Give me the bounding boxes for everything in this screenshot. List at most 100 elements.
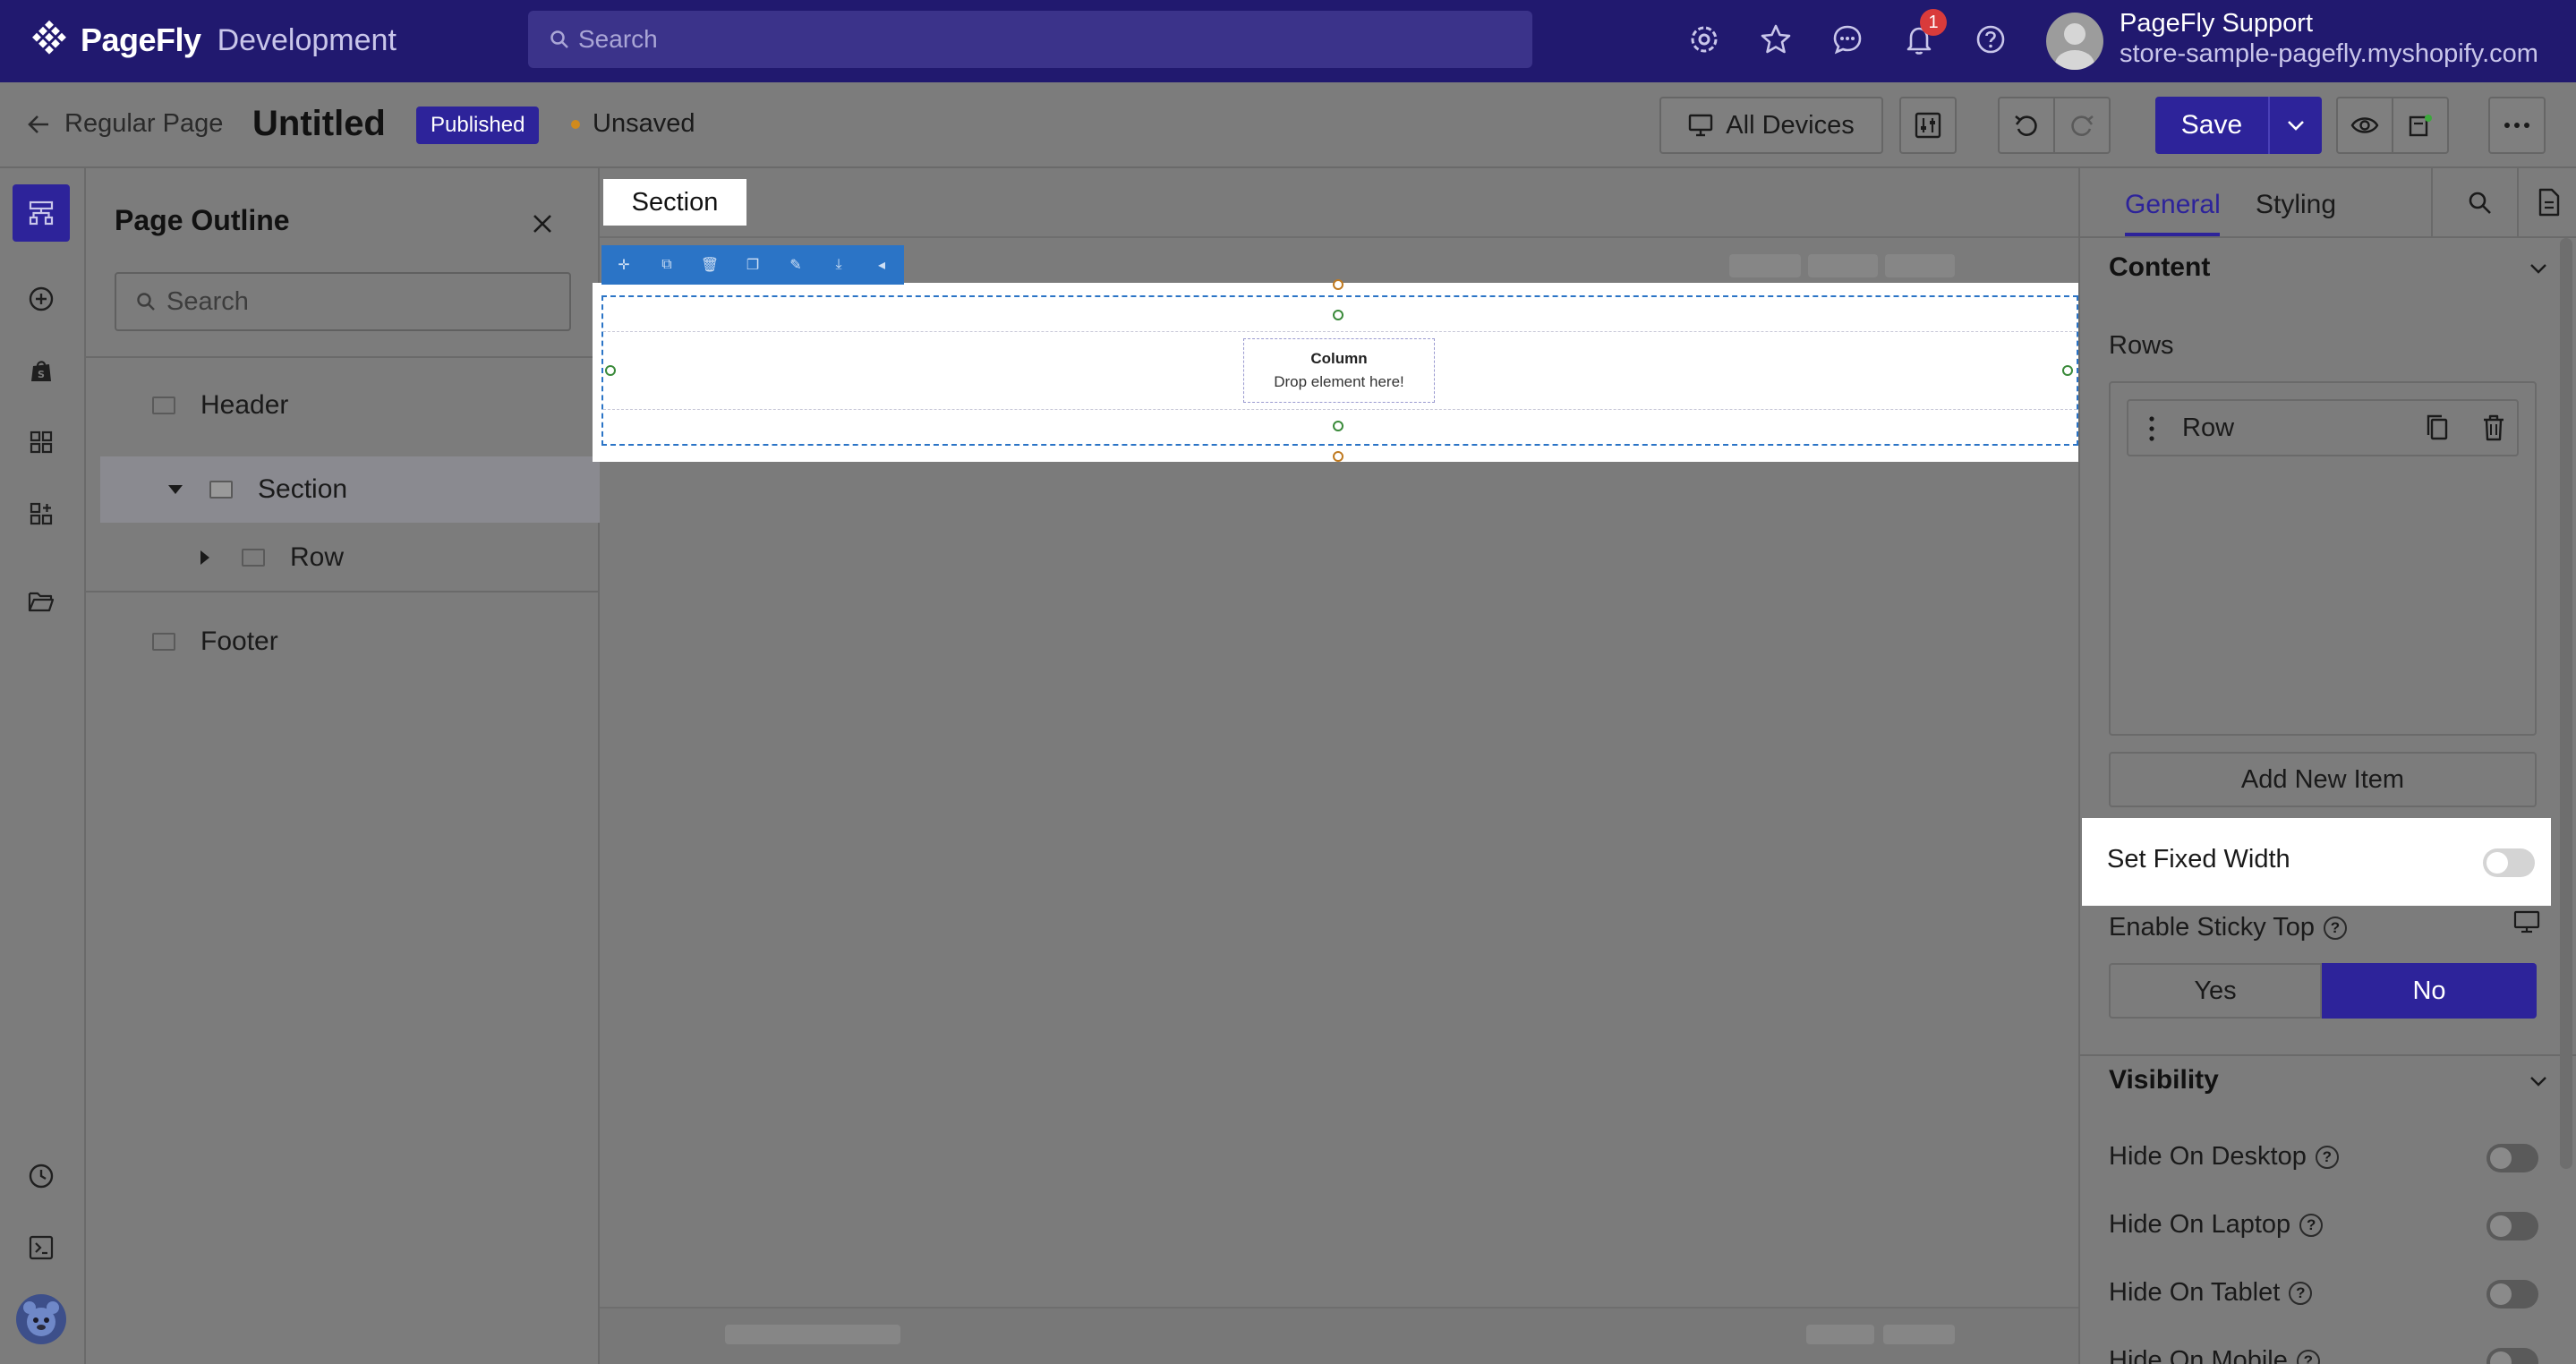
chevron-down-icon bbox=[2288, 121, 2304, 131]
move-icon[interactable]: ✛ bbox=[614, 255, 634, 275]
help-icon[interactable]: ? bbox=[2289, 1281, 2313, 1305]
outline-search-input[interactable]: Search bbox=[115, 272, 571, 331]
more-options-button[interactable] bbox=[2488, 97, 2546, 154]
content-section-header[interactable]: Content bbox=[2109, 252, 2210, 283]
undo-button[interactable] bbox=[1998, 97, 2055, 154]
back-to-page-type-link[interactable]: Regular Page bbox=[27, 109, 223, 139]
drag-handle-icon[interactable] bbox=[2148, 415, 2155, 442]
outline-item-header[interactable]: Header bbox=[86, 372, 600, 439]
user-name[interactable]: PageFly Support bbox=[2120, 9, 2313, 38]
duplicate-icon[interactable]: ⧉ bbox=[657, 255, 677, 275]
document-icon[interactable] bbox=[2537, 188, 2562, 217]
rail-page-outline[interactable] bbox=[13, 184, 70, 242]
redo-button[interactable] bbox=[2053, 97, 2111, 154]
unsaved-dot-icon bbox=[571, 119, 580, 129]
rail-sections[interactable] bbox=[13, 413, 70, 471]
rail-apps[interactable] bbox=[13, 485, 70, 542]
chevron-down-icon[interactable] bbox=[2526, 1069, 2551, 1094]
rail-add-element[interactable] bbox=[13, 270, 70, 328]
resize-handle-top[interactable] bbox=[1333, 279, 1343, 290]
collapse-left-icon[interactable]: ◂ bbox=[872, 255, 891, 275]
hide-on-desktop-row: Hide On Desktop ? bbox=[2109, 1142, 2339, 1172]
save-button[interactable]: Save bbox=[2155, 97, 2268, 154]
hide-on-mobile-toggle[interactable] bbox=[2486, 1348, 2538, 1364]
padding-handle-left[interactable] bbox=[605, 365, 616, 376]
page-outline-panel: Page Outline Search Header Section Row F… bbox=[86, 168, 600, 1364]
rail-files[interactable] bbox=[13, 573, 70, 630]
hide-on-tablet-toggle[interactable] bbox=[2486, 1280, 2538, 1309]
padding-handle-right[interactable] bbox=[2062, 365, 2073, 376]
outline-search-placeholder: Search bbox=[166, 286, 249, 316]
device-selector-button[interactable]: All Devices bbox=[1659, 97, 1883, 154]
element-toolbar: ✛ ⧉ 🗑︎ ❐ ✎ ⤓ ◂ bbox=[601, 245, 904, 285]
rail-shopify[interactable]: S bbox=[13, 342, 70, 399]
rows-list-item[interactable]: Row bbox=[2127, 399, 2519, 456]
rail-history[interactable] bbox=[13, 1147, 70, 1205]
toggle-knob bbox=[2490, 1147, 2512, 1169]
page-title[interactable]: Untitled bbox=[252, 104, 386, 144]
divider bbox=[86, 356, 600, 358]
divider bbox=[2080, 1054, 2576, 1056]
help-icon[interactable]: ? bbox=[2299, 1213, 2324, 1237]
paint-icon[interactable]: ✎ bbox=[786, 255, 806, 275]
hide-on-desktop-toggle[interactable] bbox=[2486, 1144, 2538, 1172]
tab-styling[interactable]: Styling bbox=[2256, 190, 2336, 220]
user-store-domain[interactable]: store-sample-pagefly.myshopify.com bbox=[2120, 39, 2538, 69]
copy-icon[interactable]: ❐ bbox=[743, 255, 763, 275]
properties-scrollbar[interactable] bbox=[2560, 238, 2572, 1169]
trash-icon[interactable] bbox=[2481, 413, 2506, 442]
desktop-icon[interactable] bbox=[2513, 909, 2540, 934]
search-icon bbox=[550, 30, 568, 48]
header-block-icon bbox=[152, 396, 175, 414]
resize-handle-bottom[interactable] bbox=[1333, 451, 1343, 462]
selected-element-label[interactable]: Section bbox=[603, 179, 746, 226]
outline-item-footer[interactable]: Footer bbox=[86, 609, 600, 675]
outline-item-section[interactable]: Section bbox=[100, 456, 600, 523]
help-icon[interactable]: ? bbox=[2324, 916, 2347, 940]
global-search-placeholder: Search bbox=[578, 25, 658, 53]
redo-icon bbox=[2071, 115, 2094, 136]
close-icon[interactable] bbox=[526, 208, 559, 240]
sticky-top-yes-option[interactable]: Yes bbox=[2109, 963, 2322, 1019]
hide-on-laptop-toggle[interactable] bbox=[2486, 1212, 2538, 1240]
page-settings-button[interactable] bbox=[1899, 97, 1957, 154]
user-avatar[interactable] bbox=[2046, 13, 2103, 70]
add-new-item-button[interactable]: Add New Item bbox=[2109, 752, 2537, 807]
rail-mascot[interactable] bbox=[13, 1291, 70, 1348]
save-state-label: Unsaved bbox=[593, 109, 695, 138]
global-search-input[interactable]: Search bbox=[528, 11, 1532, 68]
canvas-column[interactable]: Column Drop element here! bbox=[1243, 338, 1435, 403]
caret-down-icon[interactable] bbox=[166, 483, 184, 496]
preview-button[interactable] bbox=[2336, 97, 2393, 154]
delete-icon[interactable]: 🗑︎ bbox=[700, 255, 720, 275]
outline-item-label: Header bbox=[200, 390, 289, 420]
canvas-placeholder-block bbox=[1729, 254, 1801, 277]
help-icon[interactable] bbox=[1973, 21, 2009, 57]
rail-code[interactable] bbox=[13, 1219, 70, 1276]
set-fixed-width-toggle[interactable] bbox=[2483, 848, 2535, 877]
canvas-placeholder-block bbox=[1808, 254, 1878, 277]
help-icon[interactable]: ? bbox=[2315, 1145, 2339, 1169]
pagefly-logo[interactable]: PageFly Development bbox=[29, 20, 397, 61]
duplicate-icon[interactable] bbox=[2424, 413, 2451, 442]
caret-right-icon[interactable] bbox=[199, 549, 211, 567]
help-icon[interactable]: ? bbox=[2296, 1349, 2320, 1364]
save-options-dropdown[interactable] bbox=[2268, 97, 2322, 154]
settings-gear-icon[interactable] bbox=[1686, 21, 1722, 57]
search-icon bbox=[137, 293, 155, 311]
chevron-down-icon[interactable] bbox=[2526, 256, 2551, 281]
padding-handle-bottom[interactable] bbox=[1333, 421, 1343, 431]
star-icon[interactable] bbox=[1758, 21, 1794, 57]
padding-handle-top[interactable] bbox=[1333, 310, 1343, 320]
sticky-top-no-option[interactable]: No bbox=[2322, 963, 2537, 1019]
publish-status-button[interactable] bbox=[2392, 97, 2449, 154]
chat-icon[interactable] bbox=[1830, 21, 1865, 57]
hide-on-mobile-label: Hide On Mobile bbox=[2109, 1346, 2288, 1364]
hide-on-laptop-label: Hide On Laptop bbox=[2109, 1210, 2291, 1239]
tab-general[interactable]: General bbox=[2125, 190, 2221, 220]
hide-on-tablet-row: Hide On Tablet ? bbox=[2109, 1278, 2313, 1308]
search-icon[interactable] bbox=[2467, 190, 2494, 217]
visibility-section-header[interactable]: Visibility bbox=[2109, 1065, 2219, 1095]
download-icon[interactable]: ⤓ bbox=[829, 255, 849, 275]
outline-item-row[interactable]: Row bbox=[86, 524, 600, 591]
